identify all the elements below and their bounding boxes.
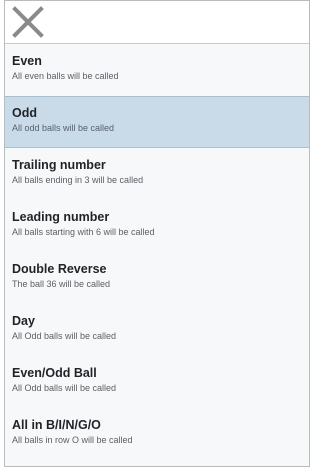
item-description: All odd balls will be called [12, 123, 115, 133]
item-title: Odd [12, 106, 37, 120]
close-icon [11, 5, 45, 39]
list-item-trailing-number[interactable]: Trailing number All balls ending in 3 wi… [5, 148, 309, 200]
pattern-list: Even All even balls will be called Odd A… [5, 44, 309, 466]
menu-header [5, 1, 309, 44]
item-description: All Odd balls will be called [12, 331, 117, 341]
list-item-even-odd-ball[interactable]: Even/Odd Ball All Odd balls will be call… [5, 356, 309, 408]
item-description: All balls in row O will be called [12, 435, 133, 445]
item-description: All Odd balls will be called [12, 383, 117, 393]
list-item-odd[interactable]: Odd All odd balls will be called [5, 96, 309, 148]
list-item-leading-number[interactable]: Leading number All balls starting with 6… [5, 200, 309, 252]
item-title: Even [12, 54, 42, 68]
item-description: All even balls will be called [12, 71, 119, 81]
item-title: Trailing number [12, 158, 106, 172]
item-title: Day [12, 314, 35, 328]
list-item-all-in-bingo[interactable]: All in B/I/N/G/O All balls in row O will… [5, 408, 309, 460]
close-button[interactable] [11, 5, 45, 39]
list-item-double-reverse[interactable]: Double Reverse The ball 36 will be calle… [5, 252, 309, 304]
item-description: The ball 36 will be called [12, 279, 111, 289]
item-description: All balls starting with 6 will be called [12, 227, 155, 237]
item-title: All in B/I/N/G/O [12, 418, 101, 432]
list-item-even[interactable]: Even All even balls will be called [5, 44, 309, 96]
item-title: Even/Odd Ball [12, 366, 97, 380]
item-title: Leading number [12, 210, 110, 224]
item-description: All balls ending in 3 will be called [12, 175, 144, 185]
list-item-day[interactable]: Day All Odd balls will be called [5, 304, 309, 356]
pattern-menu-panel: Even All even balls will be called Odd A… [4, 0, 310, 467]
item-title: Double Reverse [12, 262, 107, 276]
